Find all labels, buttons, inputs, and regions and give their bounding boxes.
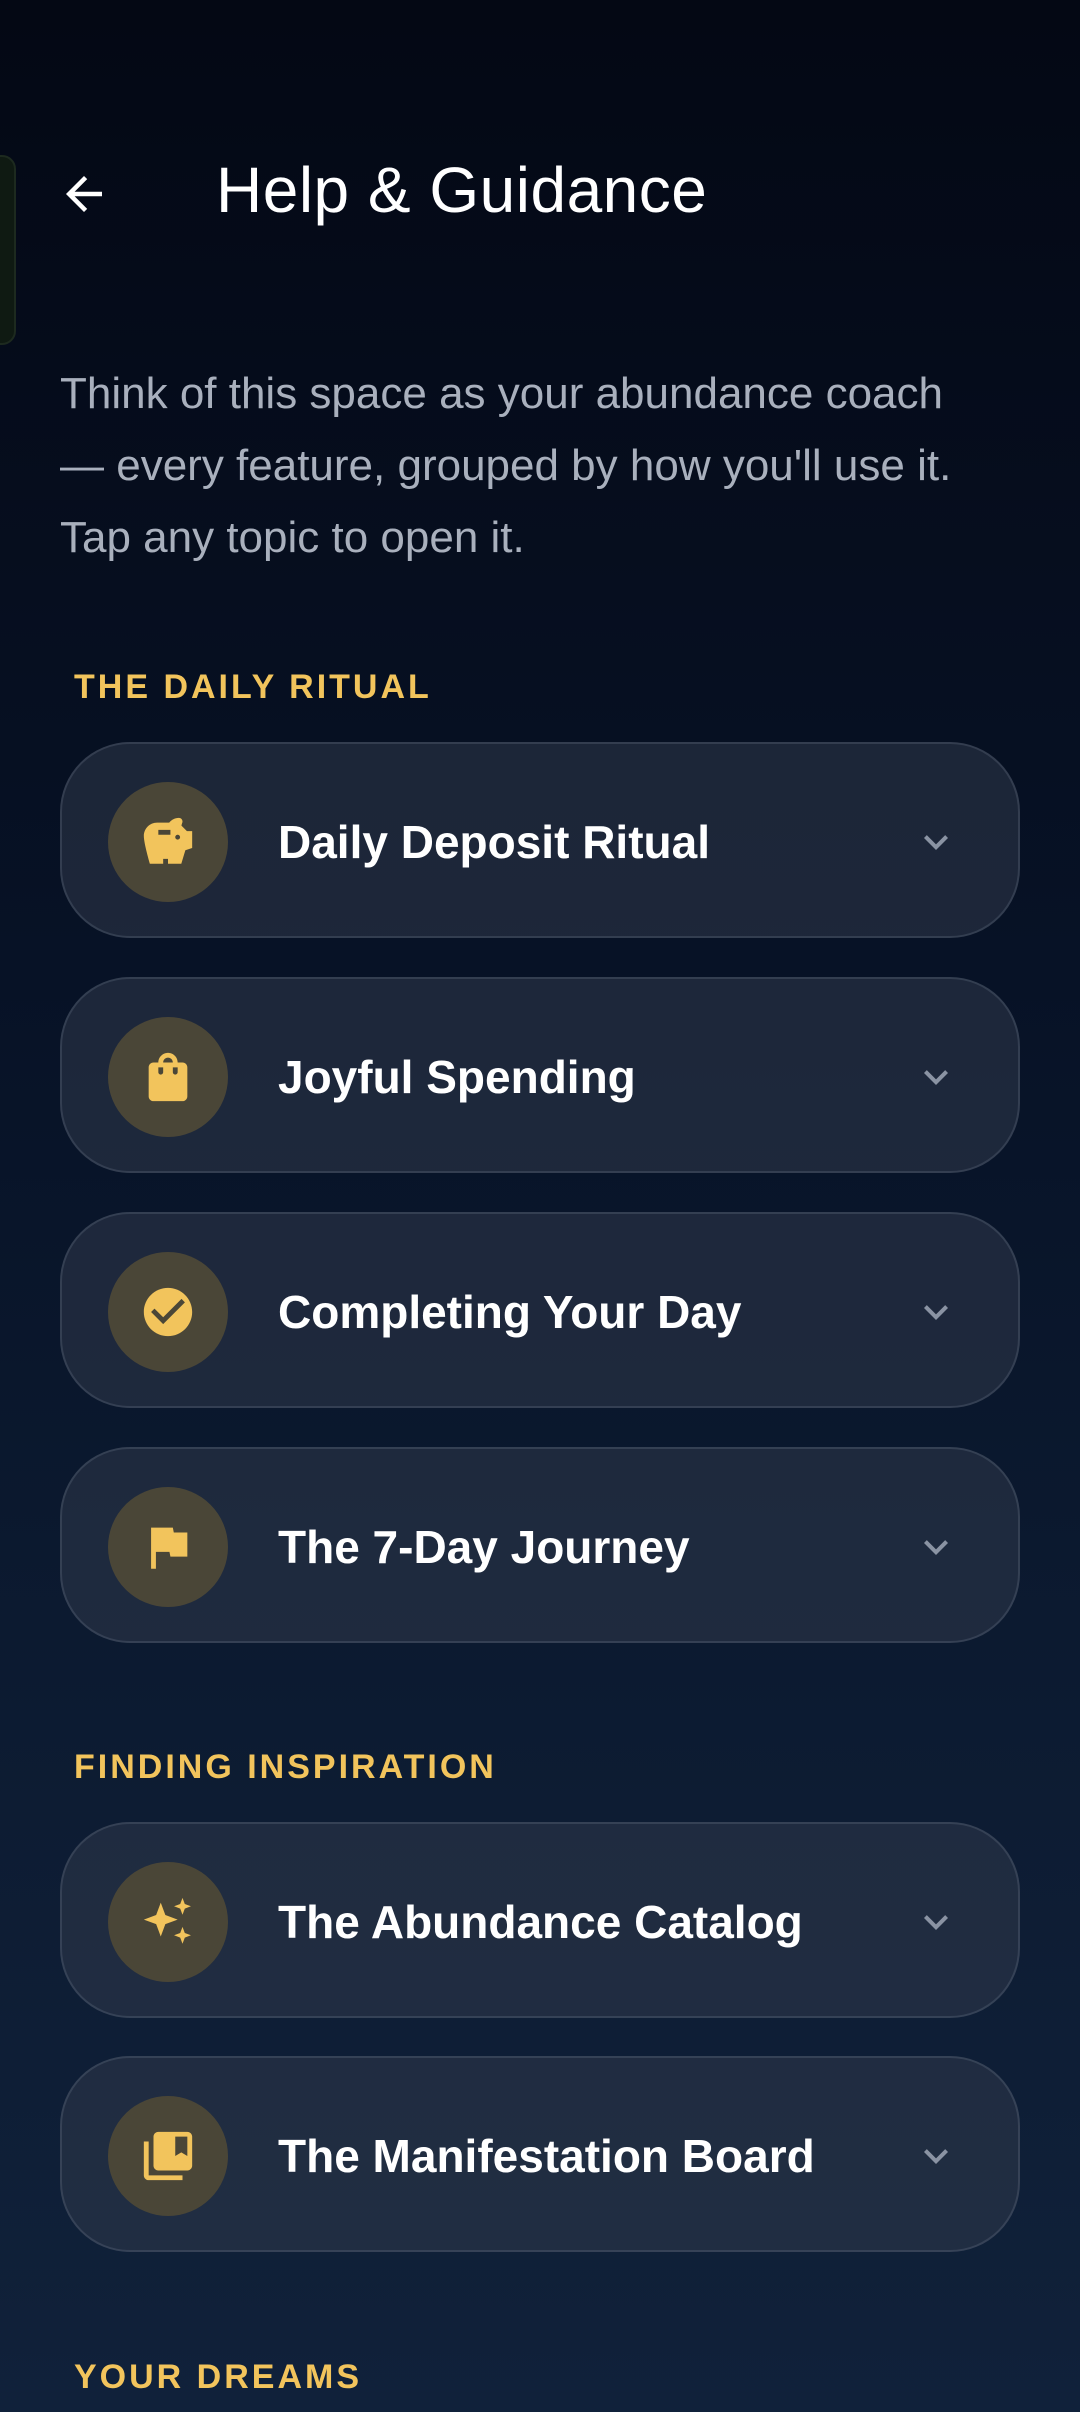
topic-completing-your-day[interactable]: Completing Your Day	[60, 1212, 1020, 1408]
collections-bookmark-icon	[143, 2131, 193, 2181]
chevron-down-icon	[924, 1070, 948, 1085]
flag-icon	[151, 1527, 188, 1569]
intro-text: Think of this space as your abundance co…	[60, 369, 952, 562]
check-circle-icon	[143, 1287, 193, 1337]
topic-label: The Manifestation Board	[278, 2130, 815, 2182]
topic-abundance-catalog[interactable]: The Abundance Catalog	[60, 1822, 1020, 2018]
chevron-down-icon	[924, 1915, 948, 1930]
topic-manifestation-board[interactable]: The Manifestation Board	[60, 2056, 1020, 2252]
topic-joyful-spending[interactable]: Joyful Spending	[60, 977, 1020, 1173]
back-button[interactable]	[44, 154, 124, 234]
section-label-finding-inspiration: FINDING INSPIRATION	[74, 1748, 497, 1786]
section-label-daily-ritual: THE DAILY RITUAL	[74, 668, 432, 706]
chevron-down-icon	[924, 835, 948, 850]
chevron-down-icon	[924, 1305, 948, 1320]
topic-label: Daily Deposit Ritual	[278, 816, 710, 868]
topic-label: Completing Your Day	[278, 1286, 742, 1338]
piggy-bank-icon	[143, 817, 193, 864]
section-label-your-dreams: YOUR DREAMS	[74, 2358, 363, 2396]
chevron-down-icon	[924, 1540, 948, 1555]
top-app-bar: Help & Guidance	[0, 130, 1080, 250]
arrow-back-icon	[66, 176, 102, 212]
topic-label: Joyful Spending	[278, 1051, 636, 1103]
sparkles-icon	[143, 1897, 191, 1944]
topic-7-day-journey[interactable]: The 7-Day Journey	[60, 1447, 1020, 1643]
topic-label: The 7-Day Journey	[278, 1521, 690, 1573]
topic-label: The Abundance Catalog	[278, 1896, 803, 1948]
shopping-bag-icon	[148, 1052, 188, 1102]
topic-daily-deposit-ritual[interactable]: Daily Deposit Ritual	[60, 742, 1020, 938]
page-title: Help & Guidance	[216, 154, 708, 226]
chevron-down-icon	[924, 2149, 948, 2164]
